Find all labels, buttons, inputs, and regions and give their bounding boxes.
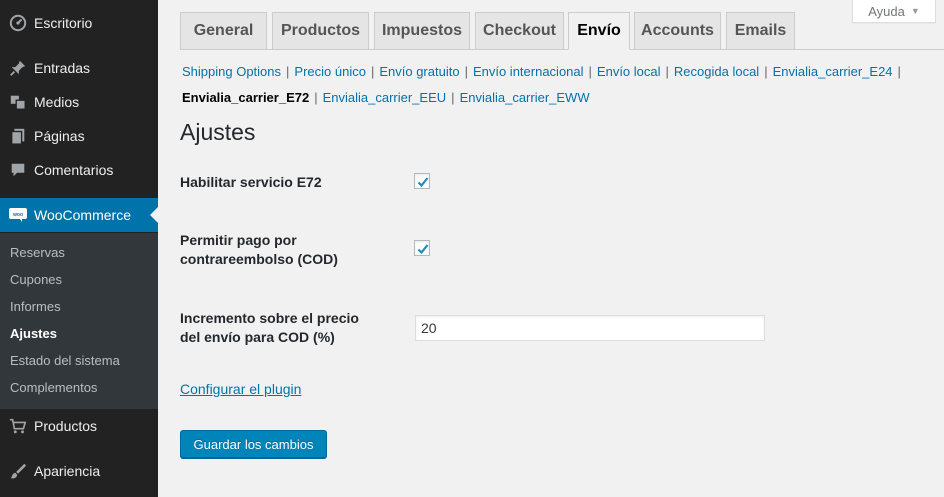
- cart-icon: [0, 417, 34, 435]
- sublink-envialia-eeu[interactable]: Envialia_carrier_EEU: [323, 90, 447, 105]
- save-changes-button[interactable]: Guardar los cambios: [180, 430, 327, 458]
- enable-service-checkbox[interactable]: [414, 173, 430, 189]
- cod-increment-label-line2: del envío para COD (%): [180, 329, 335, 345]
- submenu-item-cupones[interactable]: Cupones: [0, 268, 158, 295]
- menu-label: Entradas: [34, 60, 91, 76]
- admin-sidebar: Escritorio Entradas Medios Páginas Comen…: [0, 0, 158, 497]
- submenu-item-informes[interactable]: Informes: [0, 295, 158, 322]
- checkmark-icon: [417, 244, 429, 255]
- tab-envio[interactable]: Envío: [568, 12, 630, 50]
- menu-label: Productos: [34, 418, 98, 434]
- sublink-shipping-options[interactable]: Shipping Options: [182, 64, 281, 79]
- sublink-precio-unico[interactable]: Precio único: [294, 64, 366, 79]
- sublink-envialia-eww[interactable]: Envialia_carrier_EWW: [460, 90, 590, 105]
- menu-item-apariencia[interactable]: Apariencia: [0, 454, 158, 488]
- cod-increment-label-line1: Incremento sobre el precio: [180, 310, 359, 326]
- sublink-envio-internacional[interactable]: Envío internacional: [473, 64, 584, 79]
- cod-label: Permitir pago por contrareembolso (COD): [180, 231, 338, 269]
- submenu-item-reservas[interactable]: Reservas: [0, 241, 158, 268]
- media-icon: [0, 93, 34, 111]
- tab-accounts[interactable]: Accounts: [634, 12, 721, 49]
- pin-icon: [0, 59, 34, 77]
- cod-increment-label: Incremento sobre el precio del envío par…: [180, 309, 359, 347]
- cod-label-line2: contrareembolso (COD): [180, 251, 338, 267]
- cod-increment-input[interactable]: [415, 315, 765, 341]
- menu-item-escritorio[interactable]: Escritorio: [0, 6, 158, 40]
- section-title: Ajustes: [180, 119, 256, 145]
- menu-label: Páginas: [34, 128, 85, 144]
- svg-text:woo: woo: [12, 212, 23, 218]
- dashboard-icon: [0, 14, 34, 32]
- menu-label: Apariencia: [34, 463, 101, 479]
- menu-label: Comentarios: [34, 162, 114, 178]
- menu-item-entradas[interactable]: Entradas: [0, 51, 158, 85]
- tab-checkout[interactable]: Checkout: [475, 12, 564, 49]
- menu-item-productos[interactable]: Productos: [0, 409, 158, 443]
- sublink-envialia-e24[interactable]: Envialia_carrier_E24: [773, 64, 893, 79]
- woocommerce-icon: woo: [0, 207, 34, 223]
- tab-productos[interactable]: Productos: [272, 12, 369, 49]
- brush-icon: [0, 462, 34, 480]
- menu-label: WooCommerce: [34, 207, 131, 223]
- configure-plugin-link[interactable]: Configurar el plugin: [180, 381, 301, 397]
- comment-icon: [0, 161, 34, 179]
- submenu-item-estado-sistema[interactable]: Estado del sistema: [0, 349, 158, 376]
- settings-tab-bar: General Productos Impuestos Checkout Env…: [180, 12, 944, 50]
- sublink-envio-gratuito[interactable]: Envío gratuito: [379, 64, 459, 79]
- menu-item-comentarios[interactable]: Comentarios: [0, 153, 158, 187]
- menu-label: Escritorio: [34, 15, 93, 31]
- menu-item-medios[interactable]: Medios: [0, 85, 158, 119]
- tab-general[interactable]: General: [180, 12, 267, 49]
- tab-impuestos[interactable]: Impuestos: [374, 12, 470, 49]
- cod-checkbox[interactable]: [414, 240, 430, 256]
- submenu-item-complementos[interactable]: Complementos: [0, 376, 158, 403]
- menu-item-woocommerce[interactable]: woo WooCommerce: [0, 198, 158, 232]
- sublink-recogida-local[interactable]: Recogida local: [674, 64, 759, 79]
- checkmark-icon: [417, 177, 429, 188]
- woocommerce-submenu: Reservas Cupones Informes Ajustes Estado…: [0, 233, 158, 409]
- shipping-sublinks-row1: Shipping Options | Precio único | Envío grat…: [182, 64, 901, 79]
- cod-label-line1: Permitir pago por: [180, 232, 297, 248]
- shipping-sublinks-row2: Envialia_carrier_E72 | Envialia_carrier_EE…: [182, 90, 590, 105]
- sublink-envialia-e72-current: Envialia_carrier_E72: [182, 90, 310, 105]
- tab-emails[interactable]: Emails: [726, 12, 795, 49]
- menu-label: Medios: [34, 94, 80, 110]
- submenu-item-ajustes[interactable]: Ajustes: [0, 322, 158, 349]
- pages-icon: [0, 127, 34, 145]
- menu-item-paginas[interactable]: Páginas: [0, 119, 158, 153]
- sublink-envio-local[interactable]: Envío local: [597, 64, 661, 79]
- enable-service-label: Habilitar servicio E72: [180, 174, 322, 190]
